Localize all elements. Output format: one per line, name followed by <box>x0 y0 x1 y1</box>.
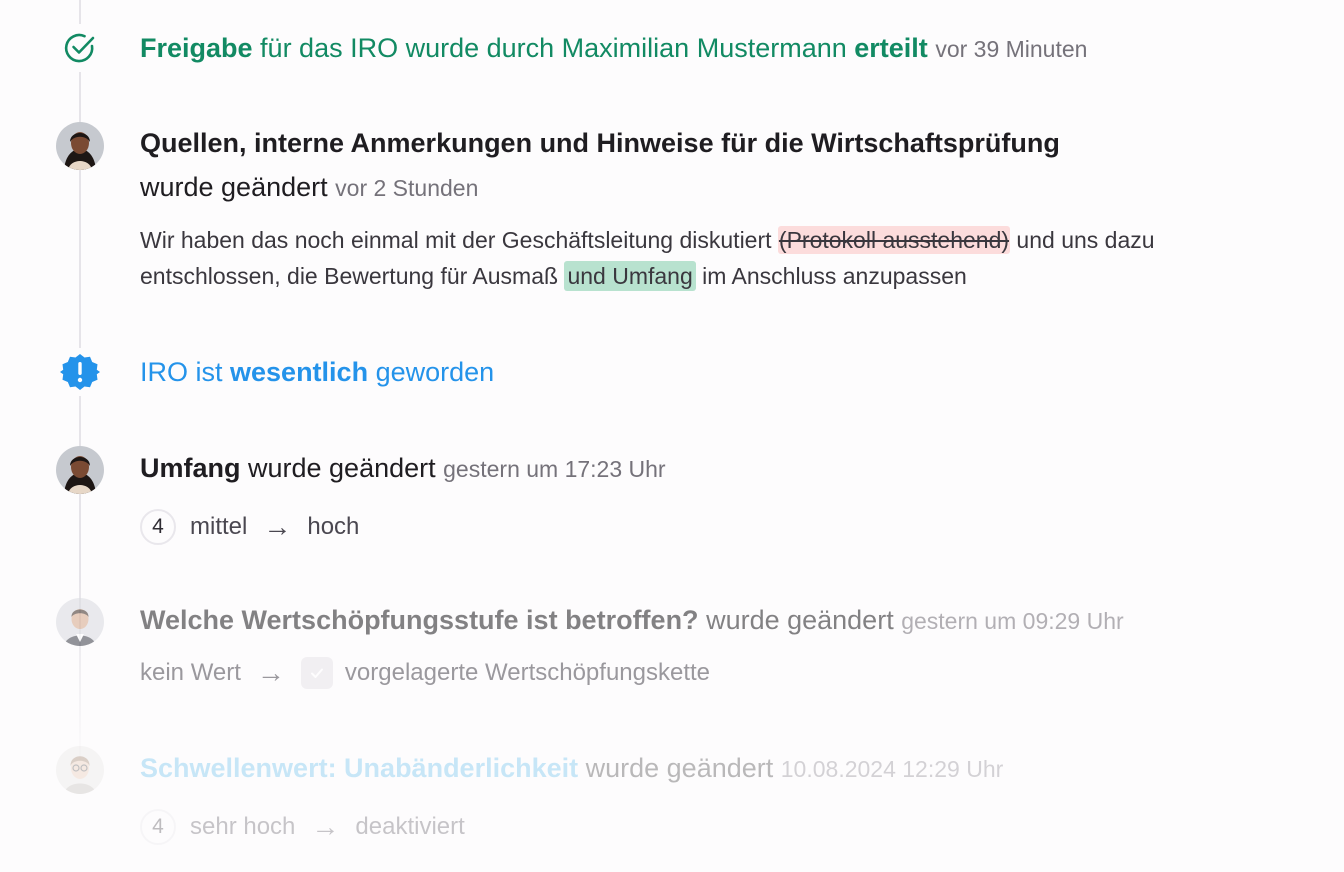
change-action: wurde geändert <box>240 453 444 483</box>
value-change: kein Wert → vorgelagerte Wertschöpfungsk… <box>140 653 1304 693</box>
timestamp: vor 2 Stunden <box>335 175 479 201</box>
score-badge: 4 <box>140 509 176 545</box>
avatar-man-icon <box>56 598 104 646</box>
deleted-text: (Protokoll ausstehend) <box>777 226 1011 254</box>
timestamp: gestern um 09:29 Uhr <box>901 608 1124 634</box>
diff-text: Wir haben das noch einmal mit der Geschä… <box>140 226 1155 291</box>
material-highlight: wesentlich <box>230 357 369 387</box>
change-action: wurde geändert <box>698 605 902 635</box>
value-change: 4 sehr hoch → deaktiviert <box>140 807 1304 847</box>
material-text: IRO ist wesentlich geworden <box>140 357 495 387</box>
value-change: 4 mittel → hoch <box>140 507 1304 547</box>
avatar[interactable] <box>56 122 104 170</box>
value-chain-change-line: Welche Wertschöpfungsstufe ist betroffen… <box>140 602 1304 639</box>
timestamp: 10.08.2024 12:29 Uhr <box>780 756 1004 782</box>
avatar[interactable] <box>56 746 104 794</box>
alert-badge-icon <box>56 348 104 396</box>
changed-field: Umfang <box>140 453 241 483</box>
inserted-text: und Umfang <box>564 261 696 291</box>
avatar[interactable] <box>56 446 104 494</box>
timestamp: gestern um 17:23 Uhr <box>443 456 666 482</box>
scope-change-line: Umfang wurde geändert gestern um 17:23 U… <box>140 450 1304 487</box>
change-action: wurde geändert <box>140 172 328 202</box>
changed-field: Welche Wertschöpfungsstufe ist betroffen… <box>140 605 699 635</box>
score-badge: 4 <box>140 809 176 845</box>
approval-status: erteilt <box>854 33 928 63</box>
old-value: sehr hoch <box>190 813 296 840</box>
notes-field-title: Quellen, interne Anmerkungen und Hinweis… <box>140 128 1060 158</box>
arrow-right-icon: → <box>256 657 285 688</box>
avatar-woman-icon <box>56 446 104 494</box>
new-value: deaktiviert <box>355 813 465 840</box>
avatar-man-glasses-icon <box>56 746 104 794</box>
old-value: kein Wert <box>140 659 241 686</box>
old-value: mittel <box>190 513 248 540</box>
checkbox-checked-icon <box>300 657 333 689</box>
arrow-right-icon: → <box>263 511 292 542</box>
activity-timeline: Freigabe für das IRO wurde durch Maximil… <box>0 0 1344 872</box>
avatar-woman-icon <box>56 122 104 170</box>
approval-text: Freigabe für das IRO wurde durch Maximil… <box>140 30 1304 67</box>
change-action: wurde geändert <box>578 753 781 783</box>
check-circle-icon <box>56 24 104 72</box>
timestamp: vor 39 Minuten <box>935 36 1088 62</box>
approval-label: Freigabe <box>140 33 253 63</box>
new-value: vorgelagerte Wertschöpfungskette <box>344 659 711 686</box>
avatar[interactable] <box>56 598 104 646</box>
changed-field-link[interactable]: Schwellenwert: Unabänderlichkeit <box>140 753 578 783</box>
threshold-change-line: Schwellenwert: Unabänderlichkeit wurde g… <box>140 750 1304 787</box>
arrow-right-icon: → <box>311 811 340 842</box>
notes-change-line: wurde geändert vor 2 Stunden <box>140 169 1304 206</box>
approval-description: für das IRO wurde durch Maximilian Muste… <box>252 33 855 63</box>
new-value: hoch <box>307 513 360 540</box>
